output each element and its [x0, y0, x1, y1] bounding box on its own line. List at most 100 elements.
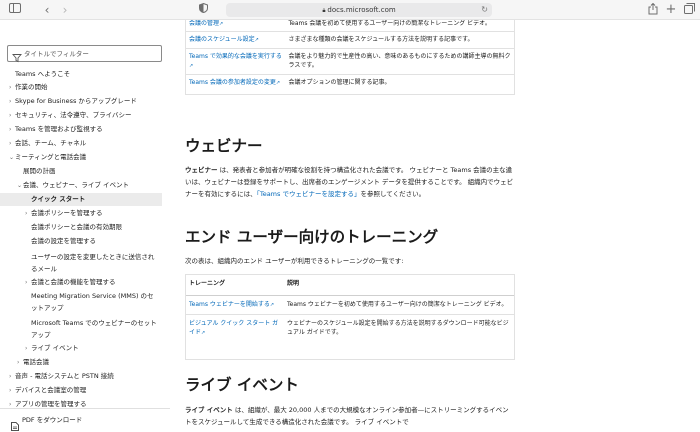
toc-item-label: 会話、チーム、チャネル	[15, 139, 87, 147]
toc-item-chat-teams-channels[interactable]: › 会話、チーム、チャネル	[0, 139, 162, 148]
toc-item-label: ユーザーの設定を変更したときに送信されるメール	[31, 253, 155, 273]
chevron-right-icon: ›	[9, 112, 12, 119]
toc-item-policies-expiration[interactable]: 会議ポリシーと会議の有効期限	[0, 223, 162, 232]
chevron-right-icon: ›	[25, 210, 28, 217]
external-link-icon: ↗	[275, 80, 281, 86]
toc-item-voice-pstn[interactable]: › 音声 - 電話システムと PSTN 接続	[0, 372, 162, 381]
toc-item-label: 会議の設定を管理する	[31, 237, 96, 245]
external-link-icon: ↗	[201, 329, 206, 336]
toc-item-label: クイック スタート	[31, 195, 86, 203]
table-cell: 会議をより魅力的で生産性の高い、意味のあるものにするための講師主導の無料クラスで…	[285, 48, 515, 75]
address-text: docs.microsoft.com	[327, 6, 396, 14]
back-icon[interactable]: ‹	[40, 3, 54, 17]
table-link[interactable]: 会議のスケジュール設定	[189, 36, 255, 43]
chevron-right-icon: ›	[25, 345, 28, 352]
webinar-text-end: を参照してください。	[360, 190, 426, 198]
toc-item-label: ミーティングと電話会議	[15, 153, 87, 161]
toc-item-live-events[interactable]: › ライブ イベント	[0, 344, 162, 353]
table-cell: 会議オプションの管理に関する記事。	[285, 74, 515, 95]
table-link[interactable]: 会議の管理	[189, 20, 219, 27]
filter-box[interactable]	[7, 45, 162, 63]
chevron-right-icon: ›	[9, 140, 12, 147]
live-events-term: ライブ イベント	[185, 406, 233, 414]
table-link[interactable]: Teams で効果的な会議を実行する	[189, 53, 282, 60]
download-pdf-button[interactable]: PDF をダウンロード	[0, 408, 170, 432]
toc-item-label: Skype for Business からアップグレード	[15, 97, 137, 105]
toc-item-user-settings-email[interactable]: ユーザーの設定を変更したときに送信されるメール	[0, 251, 162, 275]
chevron-down-icon: ⌄	[17, 182, 23, 189]
toc-item-plan-deployment[interactable]: 展開の計画	[0, 167, 162, 176]
address-bar[interactable]: 🔒︎ docs.microsoft.com ↻	[226, 3, 492, 17]
column-header-description: 説明	[284, 275, 514, 296]
toc-item-label: Meeting Migration Service (MMS) のセットアップ	[31, 292, 154, 312]
table-row: Teams で効果的な会議を実行する ↗ 会議をより魅力的で生産性の高い、意味のあ…	[185, 48, 515, 75]
toc-item-quick-start[interactable]: クイック スタート	[0, 193, 162, 206]
toc-item-webinar-setup[interactable]: Microsoft Teams でのウェビナーのセットアップ	[0, 317, 162, 341]
toc-item-mms-setup[interactable]: Meeting Migration Service (MMS) のセットアップ	[0, 290, 162, 314]
webinar-term: ウェビナー	[185, 166, 218, 174]
toc-item-label: 電話会議	[23, 358, 49, 366]
pdf-icon	[11, 416, 19, 431]
toc-item-label: 作業の開始	[15, 83, 48, 91]
chevron-right-icon: ›	[9, 98, 12, 105]
column-header-training: トレーニング	[186, 275, 284, 296]
table-header-row: トレーニング 説明	[186, 275, 514, 296]
toc-item-label: 会議、ウェビナー、ライブ イベント	[23, 181, 130, 189]
new-tab-icon[interactable]: +	[664, 3, 678, 17]
training-heading: エンド ユーザー向けのトレーニング	[185, 228, 439, 246]
filter-input[interactable]	[24, 46, 158, 61]
external-link-icon: ↗	[219, 21, 224, 27]
toc-item-meetings-webinars-live[interactable]: ⌄ 会議、ウェビナー、ライブ イベント	[0, 181, 162, 190]
table-row: ビジュアル クイック スタート ガイド↗ ウェビナーのスケジュール設定を開始する…	[186, 315, 514, 343]
toc-item-devices-rooms[interactable]: › デバイスと会議室の管理	[0, 386, 162, 395]
sidebar-icon[interactable]	[8, 3, 22, 17]
toc-item-get-started[interactable]: › 作業の開始	[0, 83, 162, 92]
table-cell: Teams ウェビナーを初めて使用するユーザー向けの簡潔なトレーニング ビデオ。	[284, 295, 514, 315]
toc-item-meeting-policies[interactable]: › 会議ポリシーを管理する	[0, 209, 162, 218]
chevron-down-icon: ⌄	[9, 154, 15, 161]
external-link-icon: ↗	[254, 36, 259, 43]
article-content: 会議の管理↗ Teams 会議を初めて使用するユーザー向けの簡潔なトレーニング …	[170, 20, 700, 432]
toc-item-label: Teams を管理および監視する	[15, 125, 103, 133]
toc-item-label: Microsoft Teams でのウェビナーのセットアップ	[31, 319, 157, 339]
external-link-icon: ↗	[189, 62, 194, 69]
toc-item-label: 展開の計画	[23, 167, 56, 175]
toc-item-label: Teams へようこそ	[15, 70, 71, 78]
table-row: Teams 会議の参加者設定の変更↗ 会議オプションの管理に関する記事。	[185, 74, 515, 95]
toc-item-label: デバイスと会議室の管理	[15, 386, 87, 394]
download-pdf-label: PDF をダウンロード	[22, 416, 83, 424]
toc-item-security[interactable]: › セキュリティ、法令遵守、プライバシー	[0, 111, 162, 120]
table-row: Teams ウェビナーを開始する↗ Teams ウェビナーを初めて使用するユーザ…	[186, 295, 514, 315]
toc-sidebar: Teams へようこそ › 作業の開始 › Skype for Business…	[0, 20, 170, 432]
chevron-right-icon: ›	[9, 387, 12, 394]
chevron-right-icon: ›	[17, 359, 20, 366]
reload-icon[interactable]: ↻	[481, 3, 488, 17]
toc-item-label: セキュリティ、法令遵守、プライバシー	[15, 111, 132, 119]
shield-icon[interactable]	[196, 2, 210, 17]
table-cell: Teams 会議を初めて使用するユーザー向けの簡潔なトレーニング ビデオ。	[285, 20, 515, 32]
table-row: 会議の管理↗ Teams 会議を初めて使用するユーザー向けの簡潔なトレーニング …	[185, 20, 515, 32]
training-intro: 次の表は、組織内のエンド ユーザーが利用できるトレーニングの一覧です:	[185, 257, 404, 265]
table-cell: ウェビナーのスケジュール設定を開始する方法を説明するダウンロード可能なビジュアル…	[287, 320, 509, 336]
forward-icon[interactable]: ›	[58, 3, 72, 17]
toc-item-audio-conferencing[interactable]: › 電話会議	[0, 358, 162, 367]
live-events-paragraph: ライブ イベント は、組織が、最大 20,000 人までの大規模なオンライン参加…	[185, 404, 515, 428]
webinar-setup-link[interactable]: 「Teams でウェビナーを設定する」	[257, 190, 361, 198]
toc-item-upgrade-skype[interactable]: › Skype for Business からアップグレード	[0, 97, 162, 106]
chevron-right-icon: ›	[9, 126, 12, 133]
filter-icon	[12, 48, 22, 63]
table-cell: さまざまな種類の会議をスケジュールする方法を説明する記事です。	[285, 31, 515, 49]
chevron-right-icon: ›	[9, 84, 12, 91]
toc-item-meeting-settings[interactable]: 会議の設定を管理する	[0, 237, 162, 246]
toc-item-welcome[interactable]: Teams へようこそ	[0, 70, 162, 79]
share-icon[interactable]	[646, 2, 660, 17]
toc-item-meetings-conferencing[interactable]: ⌄ ミーティングと電話会議	[0, 153, 162, 162]
browser-toolbar: ‹ › 🔒︎ docs.microsoft.com ↻ +	[0, 0, 700, 20]
table-link[interactable]: Teams 会議の参加者設定の変更	[189, 79, 276, 86]
tabs-icon[interactable]	[682, 3, 696, 17]
table-link[interactable]: Teams ウェビナーを開始する	[189, 301, 270, 308]
toc-item-manage-monitor[interactable]: › Teams を管理および監視する	[0, 125, 162, 134]
webinar-heading: ウェビナー	[185, 137, 263, 155]
chevron-right-icon: ›	[25, 279, 28, 286]
toc-item-meeting-features[interactable]: › 会議と会議の機能を管理する	[0, 278, 162, 287]
